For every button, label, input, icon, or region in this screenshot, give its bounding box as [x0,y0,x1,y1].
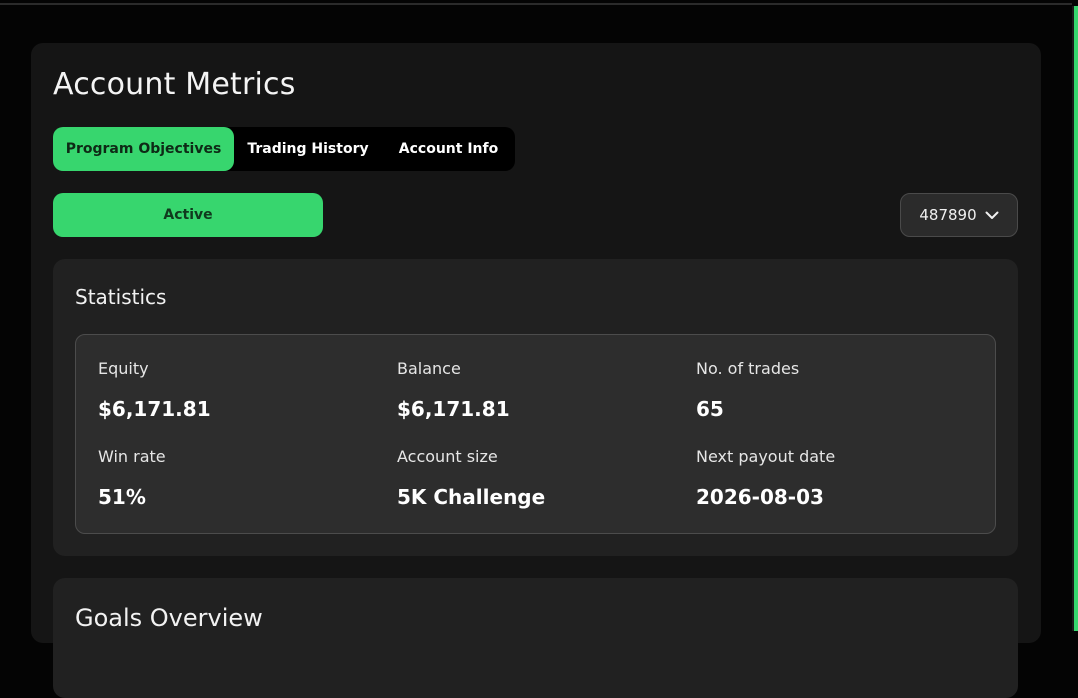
account-select[interactable]: 487890 [900,193,1018,237]
account-select-value: 487890 [919,206,977,224]
stat-equity: Equity $6,171.81 [98,359,388,421]
stat-label: Balance [397,359,461,378]
scrollbar[interactable] [1074,6,1078,631]
stat-label: Equity [98,359,149,378]
tab-account-info[interactable]: Account Info [382,127,515,171]
status-badge: Active [53,193,323,237]
statistics-grid: Equity $6,171.81 Balance $6,171.81 No. o… [75,334,996,534]
stat-label: Account size [397,447,498,466]
stat-label: No. of trades [696,359,800,378]
goals-overview-title: Goals Overview [75,604,263,632]
stat-value: 2026-08-03 [696,485,824,509]
tab-program-objectives[interactable]: Program Objectives [53,127,234,171]
statistics-panel: Statistics Equity $6,171.81 Balance $6,1… [53,259,1018,556]
page-title: Account Metrics [53,67,296,102]
chevron-down-icon [985,211,999,220]
stat-value: 5K Challenge [397,485,546,509]
stat-balance: Balance $6,171.81 [397,359,687,421]
stat-label: Next payout date [696,447,836,466]
top-divider [0,3,1072,5]
stat-label: Win rate [98,447,166,466]
tab-trading-history[interactable]: Trading History [234,127,382,171]
stat-account-size: Account size 5K Challenge [397,447,687,509]
account-metrics-card: Account Metrics Program Objectives Tradi… [31,43,1041,698]
stat-win-rate: Win rate 51% [98,447,388,509]
stat-value: 51% [98,485,146,509]
stat-value: $6,171.81 [98,397,211,421]
goals-overview-panel: Goals Overview [53,578,1018,698]
stat-value: 65 [696,397,724,421]
tab-bar: Program Objectives Trading History Accou… [53,127,515,171]
statistics-title: Statistics [75,285,167,309]
stat-value: $6,171.81 [397,397,510,421]
stat-number-of-trades: No. of trades 65 [696,359,986,421]
stat-next-payout-date: Next payout date 2026-08-03 [696,447,986,509]
